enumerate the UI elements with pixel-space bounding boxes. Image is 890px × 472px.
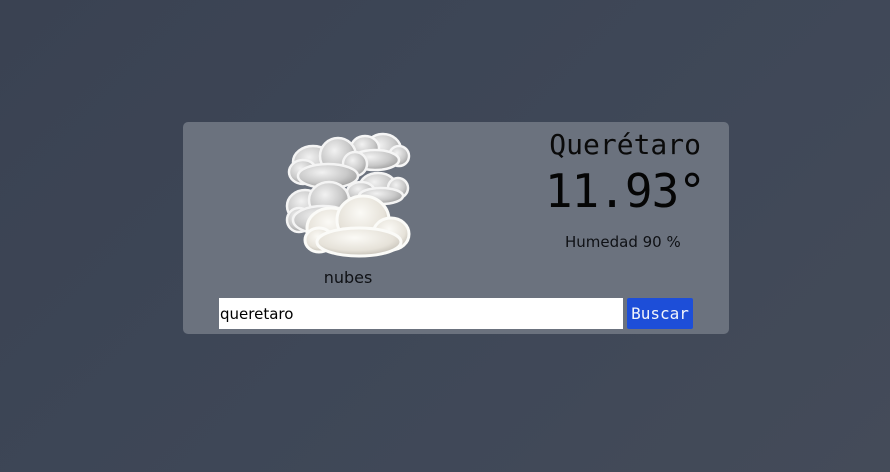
humidity-label: Humedad 90 % xyxy=(565,233,681,251)
temperature: 11.93° xyxy=(544,164,706,218)
search-input[interactable] xyxy=(219,298,623,329)
search-button[interactable]: Buscar xyxy=(627,298,693,329)
clouds-icon xyxy=(283,128,413,258)
weather-description: nubes xyxy=(323,268,373,287)
city-name: Querétaro xyxy=(549,128,701,161)
weather-card: nubes Querétaro 11.93° Humedad 90 % Busc… xyxy=(183,122,729,334)
